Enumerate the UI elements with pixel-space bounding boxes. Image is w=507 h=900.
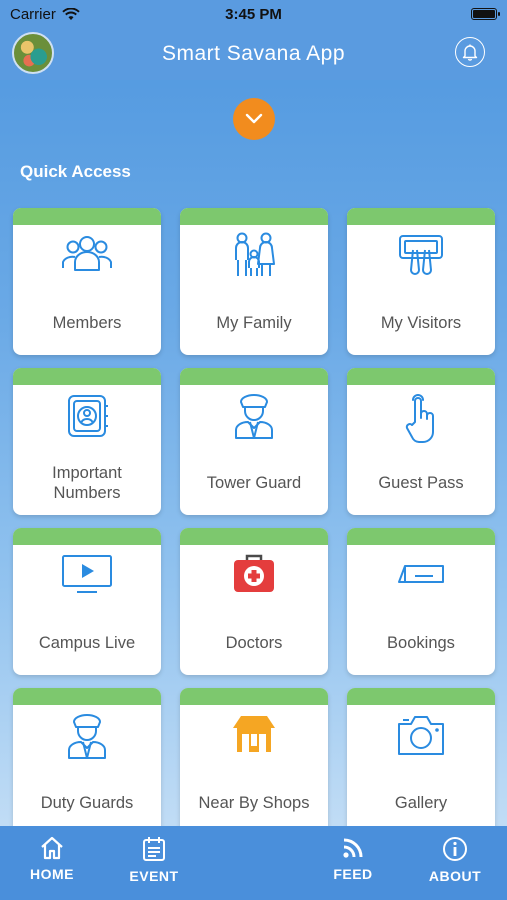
tile-doctors[interactable]: Doctors <box>180 528 328 675</box>
header: Smart Savana App <box>0 28 507 80</box>
info-icon <box>443 837 467 861</box>
tile-label: Duty Guards <box>40 794 134 812</box>
tile-gallery[interactable]: Gallery <box>347 688 495 835</box>
tile-label: Near By Shops <box>198 794 310 812</box>
tile-duty-guards[interactable]: Duty Guards <box>13 688 161 835</box>
chevron-down-icon <box>245 113 263 124</box>
tab-label: HOME <box>30 866 74 882</box>
members-icon <box>62 236 112 271</box>
ticket-icon <box>398 565 444 583</box>
battery-icon <box>471 8 500 20</box>
tab-feed[interactable]: FEED <box>308 826 398 900</box>
tile-label: Bookings <box>387 634 455 652</box>
visitors-icon <box>399 235 443 275</box>
tile-label: Members <box>52 314 122 332</box>
shop-icon <box>233 716 275 752</box>
calendar-icon <box>143 837 165 861</box>
tile-guest-pass[interactable]: Guest Pass <box>347 368 495 515</box>
tile-top-bar <box>180 528 328 545</box>
status-time: 3:45 PM <box>225 5 282 23</box>
tab-label: FEED <box>333 866 373 882</box>
tile-top-bar <box>347 528 495 545</box>
tile-top-bar <box>347 368 495 385</box>
tile-important-numbers[interactable]: Important Numbers <box>13 368 161 515</box>
tile-label: Gallery <box>394 794 448 812</box>
page-title: Smart Savana App <box>161 42 346 65</box>
tab-label: EVENT <box>129 868 179 884</box>
section-title: Quick Access <box>20 162 131 181</box>
tile-top-bar <box>13 688 161 705</box>
tile-top-bar <box>180 208 328 225</box>
tile-bookings[interactable]: Bookings <box>347 528 495 675</box>
tile-label: My Visitors <box>380 314 462 332</box>
first-aid-kit-icon <box>234 554 274 592</box>
tv-play-icon <box>62 555 112 593</box>
guard-icon <box>235 394 273 439</box>
tab-label: ABOUT <box>428 868 482 884</box>
tile-label: My Family <box>216 314 292 332</box>
tile-label: Campus Live <box>38 634 136 652</box>
rss-feed-icon <box>343 838 363 858</box>
tile-top-bar <box>13 528 161 545</box>
tile-my-visitors[interactable]: My Visitors <box>347 208 495 355</box>
tile-my-family[interactable]: My Family <box>180 208 328 355</box>
tile-label: Tower Guard <box>206 474 302 492</box>
tile-label: Doctors <box>225 634 283 652</box>
tab-home[interactable]: HOME <box>7 826 97 900</box>
family-icon <box>235 232 275 276</box>
tab-about[interactable]: ABOUT <box>410 826 500 900</box>
contacts-book-icon <box>68 395 108 437</box>
tab-event[interactable]: EVENT <box>109 826 199 900</box>
avatar[interactable] <box>12 32 54 74</box>
status-bar: Carrier 3:45 PM <box>0 0 507 28</box>
tile-top-bar <box>347 688 495 705</box>
tile-top-bar <box>180 688 328 705</box>
tap-hand-icon <box>405 394 434 443</box>
tile-tower-guard[interactable]: Tower Guard <box>180 368 328 515</box>
tile-campus-live[interactable]: Campus Live <box>13 528 161 675</box>
tile-members[interactable]: Members <box>13 208 161 355</box>
tile-top-bar <box>13 208 161 225</box>
expand-toggle-button[interactable] <box>233 98 275 140</box>
camera-icon <box>398 716 444 755</box>
notifications-button[interactable] <box>455 37 485 67</box>
tab-bar: HOME EVENT FEED ABOUT <box>0 826 507 900</box>
tile-top-bar <box>347 208 495 225</box>
guard-icon <box>68 714 106 759</box>
home-icon <box>41 836 63 860</box>
tile-top-bar <box>180 368 328 385</box>
tile-label: Important Numbers <box>52 464 122 502</box>
tile-top-bar <box>13 368 161 385</box>
tile-label: Guest Pass <box>378 474 464 492</box>
bell-icon <box>462 44 478 61</box>
tile-near-by-shops[interactable]: Near By Shops <box>180 688 328 835</box>
